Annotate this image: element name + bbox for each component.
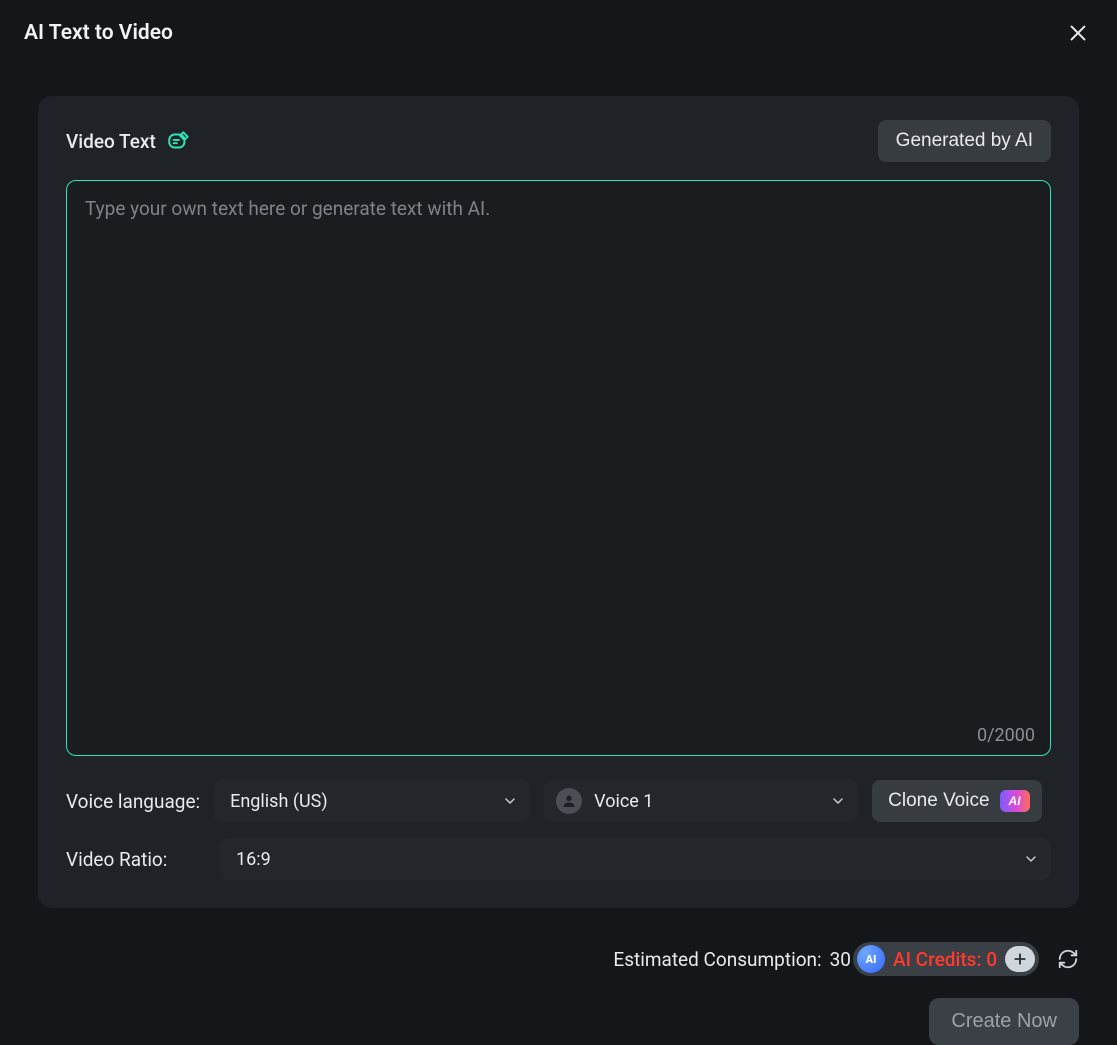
- ai-star-icon: AI: [857, 945, 885, 973]
- video-text-input[interactable]: [66, 180, 1051, 756]
- textarea-wrap: 0/2000: [66, 180, 1051, 760]
- generated-by-ai-button[interactable]: Generated by AI: [878, 120, 1051, 162]
- close-icon: [1067, 22, 1089, 44]
- clone-voice-button[interactable]: Clone Voice AI: [872, 780, 1041, 822]
- voice-language-select[interactable]: English (US): [214, 780, 530, 822]
- chevron-down-icon: [1023, 851, 1039, 867]
- video-ratio-value: 16:9: [236, 849, 271, 870]
- video-text-label-group: Video Text: [66, 128, 192, 154]
- video-ratio-label: Video Ratio:: [66, 848, 206, 871]
- estimated-row: Estimated Consumption: 30 AI AI Credits:…: [613, 942, 1079, 976]
- voice-value: Voice 1: [594, 791, 653, 812]
- video-text-label: Video Text: [66, 130, 156, 153]
- estimated-value: 30: [830, 948, 851, 971]
- chevron-down-icon: [502, 793, 518, 809]
- refresh-button[interactable]: [1057, 948, 1079, 970]
- voice-row: Voice language: English (US) Voice 1 Clo…: [66, 780, 1051, 822]
- voice-avatar-icon: [556, 788, 582, 814]
- modal-footer: Estimated Consumption: 30 AI AI Credits:…: [38, 942, 1079, 1045]
- credits-pill: AI AI Credits: 0: [853, 942, 1039, 976]
- plus-icon: [1012, 951, 1028, 967]
- card-header: Video Text Generated by AI: [66, 120, 1051, 162]
- chevron-down-icon: [830, 793, 846, 809]
- estimated-label: Estimated Consumption:: [613, 948, 821, 971]
- text-to-video-modal: AI Text to Video Video Text Generated by…: [0, 0, 1117, 1034]
- main-card: Video Text Generated by AI 0/2000 Voice …: [38, 96, 1079, 908]
- voice-select[interactable]: Voice 1: [544, 780, 858, 822]
- create-now-button[interactable]: Create Now: [929, 998, 1079, 1045]
- modal-header: AI Text to Video: [0, 0, 1117, 48]
- add-credits-button[interactable]: [1005, 946, 1035, 972]
- voice-language-value: English (US): [230, 791, 328, 812]
- edit-icon: [166, 128, 192, 154]
- close-button[interactable]: [1063, 18, 1093, 48]
- ai-badge-icon: AI: [1000, 790, 1030, 812]
- ai-credits-text: AI Credits: 0: [893, 948, 997, 971]
- video-ratio-select[interactable]: 16:9: [220, 838, 1051, 880]
- modal-title: AI Text to Video: [24, 21, 173, 45]
- ratio-row: Video Ratio: 16:9: [66, 838, 1051, 880]
- char-count: 0/2000: [977, 725, 1035, 746]
- clone-voice-label: Clone Voice: [888, 790, 989, 812]
- voice-language-label: Voice language:: [66, 790, 200, 813]
